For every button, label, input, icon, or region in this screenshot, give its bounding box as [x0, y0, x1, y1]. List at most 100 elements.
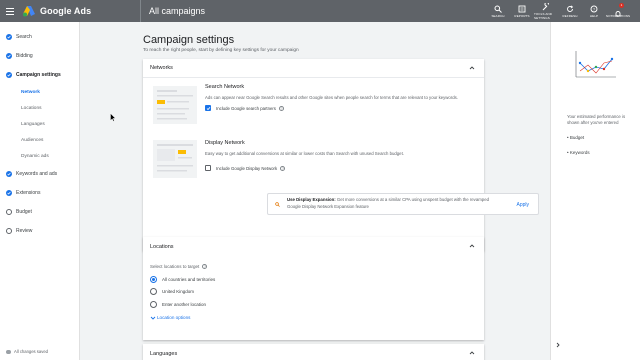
chevron-right-icon[interactable]	[555, 342, 561, 348]
notifications-icon-wrap: 1	[614, 2, 624, 16]
empty-circle-icon	[6, 208, 12, 215]
location-option-label: United Kingdom	[162, 289, 195, 295]
help-tool-button[interactable]: ? HELP	[582, 5, 606, 18]
brand-area: Google Ads	[0, 0, 140, 22]
chevron-up-icon[interactable]	[469, 243, 475, 249]
radio-button[interactable]	[150, 275, 157, 283]
performance-bullet-budget: • Budget	[567, 135, 585, 140]
search-partners-checkbox-row[interactable]: Include Google search partners ?	[205, 105, 475, 111]
header-divider	[140, 0, 141, 22]
sidebar-substep-locations[interactable]: Locations	[0, 100, 79, 116]
radio-button[interactable]	[150, 300, 157, 308]
sidebar-step-campaign-settings[interactable]: Campaign settings	[0, 65, 79, 84]
page-heading: All campaigns	[149, 6, 206, 16]
display-network-illustration	[153, 140, 197, 178]
brand-name: Google Ads	[40, 6, 92, 16]
menu-icon[interactable]	[6, 7, 14, 15]
performance-bullet-keywords: • Keywords	[567, 150, 590, 155]
performance-chart-illustration	[575, 51, 616, 78]
check-circle-icon	[6, 52, 12, 59]
notifications-button[interactable]: 1 NOTIFICATIONS	[606, 2, 630, 18]
languages-card-header[interactable]: Languages	[143, 344, 484, 360]
help-icon[interactable]: ?	[278, 105, 284, 111]
location-option-label: All countries and territories	[162, 276, 216, 282]
location-options-link[interactable]: Location options	[143, 311, 484, 325]
save-status: All changes saved	[6, 349, 48, 354]
locations-prompt-row: Select locations to target ?	[143, 262, 484, 271]
help-icon[interactable]: ?	[202, 264, 208, 269]
chevron-up-icon[interactable]	[469, 350, 475, 356]
sidebar-step-label: Search	[16, 33, 32, 40]
toolbar: SEARCH REPORTS TOOLS AND SETTINGS REFRES…	[486, 0, 640, 22]
display-network-checkbox[interactable]	[205, 165, 211, 171]
main-content: Campaign settings To reach the right peo…	[80, 22, 550, 360]
refresh-tool-button[interactable]: REFRESH	[558, 4, 582, 18]
location-option-all[interactable]: All countries and territories	[143, 273, 484, 286]
sidebar-substep-languages[interactable]: Languages	[0, 116, 79, 132]
search-partners-checkbox[interactable]	[205, 105, 211, 111]
display-network-label: Include Google Display Network	[216, 165, 278, 171]
locations-prompt: Select locations to target	[150, 264, 200, 269]
apply-button[interactable]: Apply	[516, 202, 529, 208]
help-icon[interactable]: ?	[280, 165, 286, 171]
sidebar-step-label: Keywords and ads	[16, 170, 58, 177]
empty-circle-icon	[6, 227, 12, 234]
promo-bold: Use Display Expansion:	[287, 197, 336, 202]
display-expansion-promo: Use Display Expansion: Get more conversi…	[267, 193, 539, 215]
performance-info-text: Your estimated performance is shown afte…	[567, 114, 626, 125]
sidebar-step-label: Campaign settings	[16, 71, 61, 78]
networks-card-header[interactable]: Networks	[143, 59, 484, 78]
sidebar-step-search[interactable]: Search	[0, 27, 79, 46]
wrench-icon	[542, 2, 549, 10]
bullet-label: Keywords	[569, 150, 590, 155]
location-option-uk[interactable]: United Kingdom	[143, 286, 484, 299]
sidebar-step-label: Budget	[16, 208, 32, 215]
refresh-tool-label: REFRESH	[562, 13, 578, 18]
networks-card: Networks Search Network Ads can appear n…	[143, 59, 539, 251]
sidebar-substep-audiences[interactable]: Audiences	[0, 132, 79, 148]
save-status-text: All changes saved	[14, 349, 48, 354]
location-options-label: Location options	[157, 315, 191, 320]
notifications-badge: 1	[619, 2, 624, 8]
bullet-label: Budget	[569, 135, 585, 140]
display-network-body: Display Network Easy way to get addition…	[205, 140, 475, 171]
location-option-label: Enter another location	[162, 301, 207, 307]
display-network-title: Display Network	[205, 140, 245, 146]
search-network-description: Ads can appear near Google Search result…	[205, 95, 458, 100]
check-circle-icon	[6, 33, 12, 40]
check-circle-icon	[6, 189, 12, 196]
chevron-up-icon[interactable]	[469, 65, 475, 71]
google-ads-logo[interactable]	[22, 5, 36, 17]
radio-button[interactable]	[150, 288, 157, 296]
svg-text:?: ?	[593, 6, 596, 11]
languages-card: Languages	[143, 344, 484, 360]
mouse-cursor-icon	[110, 113, 116, 122]
sidebar-step-keywords-ads[interactable]: Keywords and ads	[0, 164, 79, 183]
promo-text: Use Display Expansion: Get more conversi…	[287, 197, 497, 210]
sidebar-step-review[interactable]: Review	[0, 221, 79, 240]
location-option-other[interactable]: Enter another location	[143, 298, 484, 311]
top-app-bar: Google Ads All campaigns SEARCH REPORTS …	[0, 0, 640, 22]
sidebar-step-extensions[interactable]: Extensions	[0, 183, 79, 202]
reports-tool-button[interactable]: REPORTS	[510, 5, 534, 18]
search-icon	[494, 5, 502, 13]
help-icon: ?	[590, 5, 598, 12]
search-tool-label: SEARCH	[491, 13, 505, 18]
display-network-checkbox-row[interactable]: Include Google Display Network ?	[205, 165, 475, 171]
locations-card-header[interactable]: Locations	[143, 237, 484, 256]
search-network-title: Search Network	[205, 84, 245, 90]
search-icon	[275, 202, 280, 207]
search-network-body: Search Network Ads can appear near Googl…	[205, 84, 475, 111]
tools-settings-label: TOOLS AND SETTINGS	[534, 11, 553, 20]
networks-card-title: Networks	[150, 65, 173, 71]
sidebar-substep-network[interactable]: Network	[0, 84, 79, 100]
sidebar-step-bidding[interactable]: Bidding	[0, 46, 79, 65]
refresh-icon	[567, 4, 574, 12]
help-tool-label: HELP	[589, 13, 599, 18]
tools-settings-button[interactable]: TOOLS AND SETTINGS	[534, 2, 558, 20]
search-tool-button[interactable]: SEARCH	[486, 5, 510, 18]
bell-icon	[615, 10, 621, 16]
sidebar-substep-dynamic-ads[interactable]: Dynamic ads	[0, 148, 79, 164]
sidebar-step-label: Review	[16, 227, 33, 234]
sidebar-step-budget[interactable]: Budget	[0, 202, 79, 221]
